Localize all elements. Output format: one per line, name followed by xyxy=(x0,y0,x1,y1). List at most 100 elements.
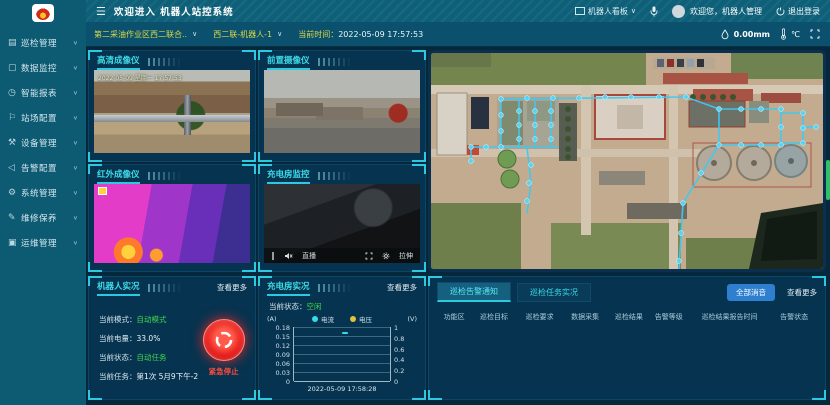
chevron-down-icon: ∨ xyxy=(73,89,78,95)
charge-status-row: 当前状态：空闲 xyxy=(269,301,322,312)
chevron-down-icon: ∨ xyxy=(73,164,78,170)
gear-icon xyxy=(382,252,390,260)
tools-icon: ⚒ xyxy=(8,138,21,148)
stripes-decoration-icon xyxy=(318,284,352,292)
view-more-link[interactable]: 查看更多 xyxy=(787,287,817,298)
welcome-text: 欢迎您，机器人管理 xyxy=(690,6,762,17)
chevron-down-icon: ∨ xyxy=(277,30,282,38)
ir-camera-video[interactable] xyxy=(94,184,250,263)
clock-icon: ◷ xyxy=(8,88,21,98)
legend-voltage[interactable]: 电压 xyxy=(350,314,372,324)
sidebar-item-alarm-config[interactable]: ◁告警配置∨ xyxy=(0,155,86,180)
table-empty-body xyxy=(429,322,825,374)
mute-button[interactable] xyxy=(284,252,293,260)
video-settings-button[interactable] xyxy=(382,252,390,260)
video-control-bar: ‖ 直播 拉伸 xyxy=(264,248,420,263)
emergency-stop-button[interactable] xyxy=(203,319,245,361)
robot-status-body: 当前模式：自动模式 当前电量：33.0% 当前状态：自动任务 当前任务：第1次 … xyxy=(99,303,249,393)
fullscreen-video-button[interactable] xyxy=(365,252,373,260)
sidebar-item-data-monitor[interactable]: ▢数据监控∨ xyxy=(0,55,86,80)
microphone-icon[interactable] xyxy=(650,6,658,17)
x-axis-tick: 2022-05-09 17:58:28 xyxy=(267,385,417,393)
stripes-decoration-icon xyxy=(148,172,182,180)
ir-temp-marker-icon xyxy=(98,187,107,195)
clipboard-icon: ▤ xyxy=(8,38,21,48)
board-select-dropdown[interactable]: 机器人看板∨ xyxy=(575,6,636,17)
tab-alarm-notice[interactable]: 巡检告警通知 xyxy=(437,282,511,302)
cyan-dot-icon xyxy=(312,316,318,322)
power-icon xyxy=(776,7,785,16)
fullscreen-button[interactable] xyxy=(810,29,820,39)
chevron-down-icon: ∨ xyxy=(73,39,78,45)
stretch-button[interactable]: 拉伸 xyxy=(399,251,413,261)
camera-timestamp-overlay: 2022-05-09 星期一 17:57:53 xyxy=(98,73,182,82)
sidebar-item-device-mgmt[interactable]: ⚒设备管理∨ xyxy=(0,130,86,155)
yellow-dot-icon xyxy=(350,316,356,322)
charge-room-video[interactable]: ‖ 直播 拉伸 xyxy=(264,184,420,263)
live-label: 直播 xyxy=(302,251,316,261)
fullscreen-icon xyxy=(365,252,373,260)
monitor-icon: ▢ xyxy=(8,63,21,73)
wrench-icon: ✎ xyxy=(8,213,21,223)
mute-all-button[interactable]: 全部消音 xyxy=(727,284,775,301)
panel-charge-status: 充电房实况 查看更多 当前状态：空闲 (A) 电流 电压 (V) xyxy=(258,276,426,400)
panel-title: 红外成像仪 xyxy=(97,168,140,184)
panel-charge-room-camera: 充电房监控 ‖ 直播 拉伸 xyxy=(258,164,426,272)
chevron-down-icon: ∨ xyxy=(631,7,636,15)
panel-alarm-table: 巡检告警通知 巡检任务实况 全部消音 查看更多 功能区 巡检目标 巡检要求 数据… xyxy=(428,276,826,400)
robot-select-dropdown[interactable]: 西二联-机器人-1∨ xyxy=(213,29,282,40)
chevron-down-icon: ∨ xyxy=(73,139,78,145)
stripes-decoration-icon xyxy=(148,58,182,66)
chevron-down-icon: ∨ xyxy=(192,30,197,38)
page-title: 欢迎进入 机器人站控系统 xyxy=(114,4,234,18)
sidebar-item-maintenance[interactable]: ✎维修保养∨ xyxy=(0,205,86,230)
stripes-decoration-icon xyxy=(318,58,352,66)
satellite-map-graphic xyxy=(431,53,823,269)
legend-current[interactable]: 电流 xyxy=(312,314,334,324)
chevron-down-icon: ∨ xyxy=(73,114,78,120)
estop-arrows-icon xyxy=(212,328,236,352)
hamburger-menu-icon[interactable]: ☰ xyxy=(96,5,106,18)
panel-title: 高清成像仪 xyxy=(97,54,140,70)
tab-task-live[interactable]: 巡检任务实况 xyxy=(517,283,591,302)
estop-label: 紧急停止 xyxy=(209,366,239,377)
sidebar-item-system-mgmt[interactable]: ⚙系统管理∨ xyxy=(0,180,86,205)
pipe-shape xyxy=(184,95,191,135)
sidebar-item-operation-mgmt[interactable]: ▣运维管理∨ xyxy=(0,230,86,255)
sidebar-item-station-config[interactable]: ⚐站场配置∨ xyxy=(0,105,86,130)
user-avatar[interactable] xyxy=(672,5,685,18)
petro-flower-icon xyxy=(36,6,50,20)
scrollbar-thumb[interactable] xyxy=(826,160,830,200)
panel-title: 充电房监控 xyxy=(267,168,310,184)
stripes-decoration-icon xyxy=(318,172,352,180)
logout-button[interactable]: 退出登录 xyxy=(776,6,820,17)
sidebar-nav: ▤巡检管理∨ ▢数据监控∨ ◷智能报表∨ ⚐站场配置∨ ⚒设备管理∨ ◁告警配置… xyxy=(0,30,86,255)
sidebar-item-inspection-mgmt[interactable]: ▤巡检管理∨ xyxy=(0,30,86,55)
chevron-down-icon: ∨ xyxy=(73,189,78,195)
chevron-down-icon: ∨ xyxy=(73,239,78,245)
map-satellite-view[interactable] xyxy=(428,50,826,272)
chevron-down-icon: ∨ xyxy=(73,64,78,70)
station-select-dropdown[interactable]: 第二采油作业区西二联合..∨ xyxy=(94,29,197,40)
charge-chart: (A) 电流 电压 (V) 0.18 0.15 0.12 0.09 0.0 xyxy=(267,313,417,393)
chart-plot-area: 0.18 0.15 0.12 0.09 0.06 0.03 0 1 0.8 0.… xyxy=(293,327,391,381)
front-camera-video[interactable] xyxy=(264,70,420,153)
table-header-row: 功能区 巡检目标 巡检要求 数据采集 巡检结果 告警等级 巡检结果报告时间 告警… xyxy=(429,312,825,322)
pause-button[interactable]: ‖ xyxy=(271,251,275,260)
panel-front-camera: 前置摄像仪 xyxy=(258,50,426,162)
muted-speaker-icon xyxy=(284,252,293,260)
robot-mode-row: 当前模式：自动模式 xyxy=(99,314,198,325)
hd-camera-video[interactable]: 2022-05-09 星期一 17:57:53 xyxy=(94,70,250,153)
panel-title: 充电房实况 xyxy=(267,280,310,296)
panel-title: 前置摄像仪 xyxy=(267,54,310,70)
sidebar-item-smart-report[interactable]: ◷智能报表∨ xyxy=(0,80,86,105)
robot-station-control-app: ▤巡检管理∨ ▢数据监控∨ ◷智能报表∨ ⚐站场配置∨ ⚒设备管理∨ ◁告警配置… xyxy=(0,0,830,405)
company-logo xyxy=(32,4,54,22)
stripes-decoration-icon xyxy=(148,284,182,292)
right-axis-unit: (V) xyxy=(387,315,417,323)
filter-toolbar: 第二采油作业区西二联合..∨ 西二联-机器人-1∨ 当前时间：2022-05-0… xyxy=(86,22,830,47)
current-time: 当前时间：2022-05-09 17:57:53 xyxy=(298,29,423,40)
rain-gauge: 0.00mm xyxy=(720,29,770,40)
panel-title: 机器人实况 xyxy=(97,280,140,296)
current-data-point xyxy=(342,332,348,334)
